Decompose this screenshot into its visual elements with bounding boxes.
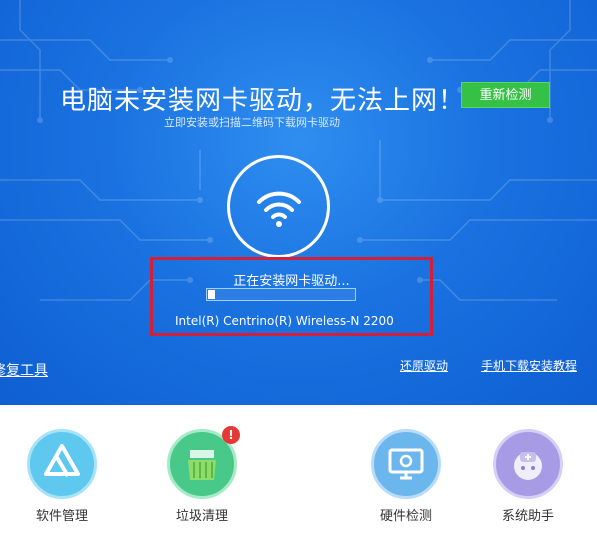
tool-software-manager[interactable]: 软件管理 (24, 429, 100, 524)
tool-label: 垃圾清理 (175, 509, 228, 524)
drive-triangle-icon (27, 429, 97, 499)
broom-icon: ! (167, 426, 240, 499)
network-device-name: Intel(R) Centrino(R) Wireless-N 2200 (175, 314, 394, 328)
tool-junk-cleanup[interactable]: ! 垃圾清理 (164, 426, 240, 524)
wifi-icon (257, 191, 301, 227)
mobile-download-tutorial-link[interactable]: 手机下载安装教程 (481, 357, 577, 374)
tool-label: 硬件检测 (379, 509, 432, 524)
assistant-robot-icon (493, 429, 563, 499)
recheck-button[interactable]: 重新检测 (461, 82, 550, 108)
page-subtitle: 立即安装或扫描二维码下载网卡驱动 (164, 116, 340, 129)
hero-panel: 电脑未安装网卡驱动，无法上网！ 立即安装或扫描二维码下载网卡驱动 重新检测 正在… (0, 0, 597, 405)
wifi-status-circle (227, 155, 330, 258)
tool-label: 软件管理 (35, 509, 88, 524)
tool-label: 系统助手 (501, 509, 554, 524)
restore-driver-link[interactable]: 还原驱动 (400, 357, 448, 374)
alert-badge: ! (222, 426, 240, 444)
tool-system-assistant[interactable]: 系统助手 (490, 429, 566, 524)
install-progress-fill (208, 290, 216, 299)
monitor-gear-icon (371, 429, 441, 499)
install-status-box: 正在安装网卡驱动... Intel(R) Centrino(R) Wireles… (150, 257, 433, 336)
repair-tool-link[interactable]: 修复工具 (0, 360, 48, 380)
install-progress-bar (206, 288, 356, 301)
page-title: 电脑未安装网卡驱动，无法上网！ (60, 86, 466, 116)
tool-hardware-check[interactable]: 硬件检测 (368, 429, 444, 524)
installing-status-text: 正在安装网卡驱动... (233, 274, 350, 289)
